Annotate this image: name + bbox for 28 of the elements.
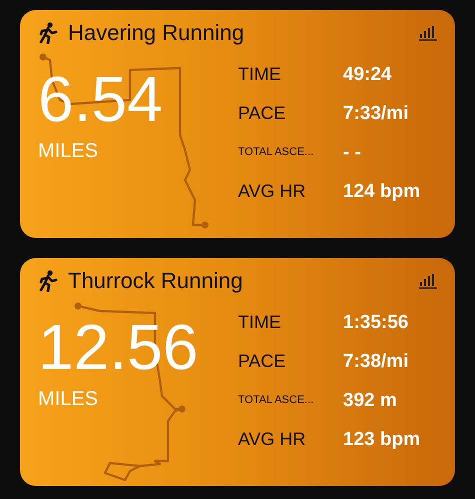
workout-title: Thurrock Running: [68, 268, 244, 294]
stat-label: PACE: [238, 350, 287, 373]
stat-label: TIME: [238, 311, 282, 334]
workout-title: Havering Running: [68, 20, 246, 46]
runner-icon: [38, 22, 58, 44]
stat-value: 124 bpm: [343, 180, 420, 204]
stat-label: TIME: [238, 63, 282, 86]
distance-unit: MILES: [38, 140, 98, 163]
runner-icon: [38, 270, 58, 292]
stat-value: 1:35:56: [343, 311, 410, 335]
stat-label: TOTAL ASCE...: [238, 393, 315, 408]
bar-chart-icon[interactable]: [419, 25, 437, 41]
workout-card[interactable]: Thurrock Running 12.56 MILES TIME 1:35:56 PACE 7:38/mi TOTAL ASCE... 392 m AVG HR 123 bpm: [20, 258, 455, 486]
stat-label: PACE: [238, 102, 287, 125]
stat-value: 392 m: [343, 389, 398, 413]
workout-card[interactable]: Havering Running 6.54 MILES TIME 49:24 PACE 7:33/mi TOTAL ASCE... - - AVG HR 124 bpm: [20, 10, 455, 238]
stat-value: 49:24: [343, 63, 393, 87]
stat-label: AVG HR: [238, 428, 307, 451]
stat-label: AVG HR: [238, 180, 307, 203]
stat-value: 7:33/mi: [343, 102, 410, 126]
stat-value: - -: [343, 141, 362, 165]
stat-label: TOTAL ASCE...: [238, 145, 315, 160]
distance-unit: MILES: [38, 388, 98, 411]
stat-value: 123 bpm: [343, 428, 420, 452]
distance-value: 6.54: [38, 62, 163, 136]
bar-chart-icon[interactable]: [419, 273, 437, 289]
stat-value: 7:38/mi: [343, 350, 410, 374]
distance-value: 12.56: [38, 310, 198, 384]
